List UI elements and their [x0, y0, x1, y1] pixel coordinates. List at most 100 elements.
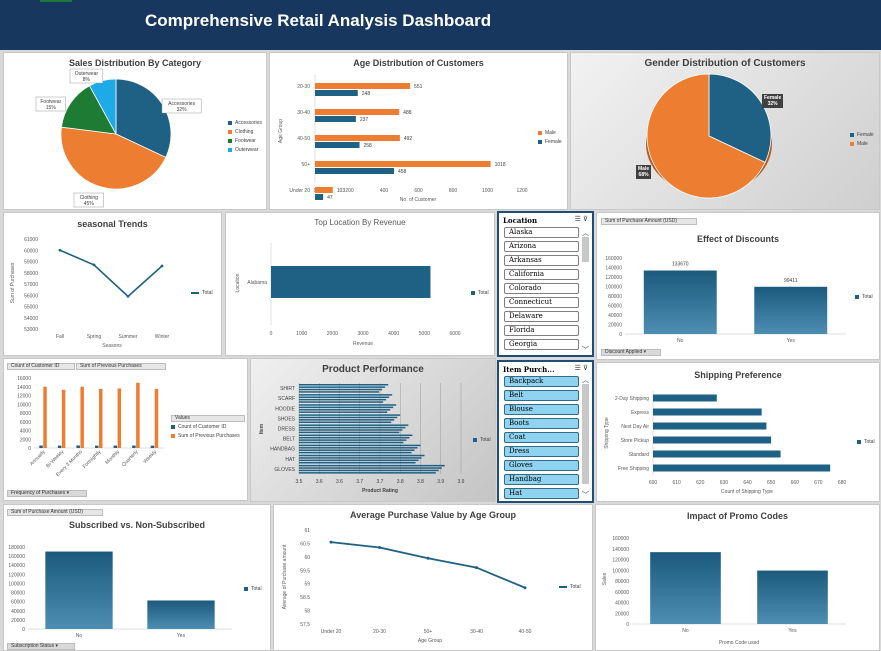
x-tick-label: Monthly — [104, 449, 121, 466]
slicer-item[interactable]: Handbag — [504, 474, 579, 485]
discount-filter-dropdown[interactable]: Discount Applied ▾ — [601, 349, 661, 356]
bar-dress — [299, 426, 406, 429]
x-tick-label: Yes — [787, 338, 796, 344]
bar-male — [315, 187, 333, 193]
slicer-item[interactable]: Hat — [504, 488, 579, 499]
sales-category-panel[interactable]: Sales Distribution By Category Accessori… — [3, 52, 267, 210]
bar-scarf — [299, 401, 384, 403]
subscribed-panel[interactable]: Sum of Purchase Amount (USD) Subscribed … — [3, 504, 271, 651]
bar-hat — [299, 459, 419, 462]
bar-hoodie — [299, 406, 394, 409]
y-tick-label: 40000 — [11, 609, 25, 615]
y-tick-label: 120000 — [612, 558, 629, 564]
x-axis-title: Promo Code used — [719, 640, 760, 646]
y-tick-label: 120000 — [605, 275, 622, 281]
scrollbar-thumb[interactable] — [582, 384, 589, 484]
slicer-header: Item Purch... — [503, 365, 555, 374]
x-tick-label: Fall — [56, 334, 64, 340]
slicer-item[interactable]: Dress — [504, 446, 579, 457]
slicer-item[interactable]: Alaska — [504, 227, 579, 238]
slicer-item[interactable]: Coat — [504, 432, 579, 443]
legend-sum: Sum of Previous Purchases — [171, 432, 240, 441]
location-panel[interactable]: Top Location By Revenue 0 1000 2000 3000 400… — [225, 212, 495, 356]
slicer-controls[interactable]: ☰ ⊽ — [575, 364, 588, 372]
x-tick-label: Under 20 — [321, 629, 342, 635]
x-tick-label: 600 — [649, 480, 658, 486]
x-tick-label: 660 — [791, 480, 800, 486]
discounts-panel[interactable]: Sum of Purchase Amount (USD) Effect of D… — [596, 212, 880, 360]
gender-panel[interactable]: Gender Distribution of Customers Female 3… — [570, 52, 880, 210]
bar-value-label: 248 — [362, 91, 371, 97]
slicer-item[interactable]: Gloves — [504, 460, 579, 471]
slicer-item[interactable]: Backpack — [504, 376, 579, 387]
bar-scarf — [299, 396, 390, 399]
scroll-down-icon[interactable]: ﹀ — [582, 345, 589, 355]
slicer-item[interactable]: Delaware — [504, 311, 579, 322]
bar-shirt — [299, 384, 389, 386]
frequency-panel[interactable]: Count of Customer ID Sum of Previous Pur… — [3, 358, 248, 501]
y-tick-label: GLOVES — [274, 467, 295, 473]
y-tick-label: SHIRT — [280, 386, 295, 392]
x-tick-label: Summer — [119, 334, 138, 340]
bar-count — [39, 445, 43, 448]
slicer-item[interactable]: Colorado — [504, 283, 579, 294]
data-point — [329, 540, 333, 544]
scroll-down-icon[interactable]: ﹀ — [582, 490, 589, 500]
slicer-item[interactable]: California — [504, 269, 579, 280]
scrollbar-thumb[interactable] — [582, 237, 589, 262]
clear-filter-icon[interactable]: ⊽ — [583, 365, 588, 372]
bar-hat — [299, 457, 422, 459]
x-tick-label: Weekly — [142, 449, 158, 465]
slicer-item[interactable]: Boots — [504, 418, 579, 429]
y-tick-label: 180000 — [8, 545, 25, 551]
slicer-controls[interactable]: ☰ ⊽ — [575, 215, 588, 223]
clear-filter-icon[interactable]: ⊽ — [583, 216, 588, 223]
location-slicer[interactable]: Location ☰ ⊽ Alaska Arizona Arkansas Califo… — [497, 211, 594, 357]
x-tick-label: 3.6 — [336, 479, 343, 485]
subscription-filter-dropdown[interactable]: Subscription Status ▾ — [7, 643, 75, 650]
x-tick-label: Annually — [29, 449, 47, 467]
slicer-item[interactable]: Belt — [504, 390, 579, 401]
slicer-item[interactable]: Arkansas — [504, 255, 579, 266]
frequency-filter-dropdown[interactable]: Frequency of Purchases ▾ — [7, 490, 87, 497]
item-slicer[interactable]: Item Purch... ☰ ⊽ Backpack Belt Blouse Boot… — [497, 360, 594, 503]
y-tick-label: Under 20 — [289, 188, 310, 194]
bar-alabama — [271, 266, 431, 298]
bar-handbag — [299, 447, 418, 449]
legend-male: Male — [850, 140, 874, 149]
data-label: 45% — [84, 201, 95, 207]
bar-gloves — [299, 464, 445, 467]
avg-purchase-panel[interactable]: Average Purchase Value by Age Group 61 60… — [273, 504, 593, 651]
legend-footwear: Footwear — [228, 137, 262, 146]
bar-shipping — [653, 408, 762, 416]
slicer-item[interactable]: Georgia — [504, 339, 579, 350]
x-tick-label: 1200 — [516, 188, 527, 194]
product-panel[interactable]: Product Performance 3.5 3.6 3.6 3.7 3.7 3.8 3.… — [250, 358, 496, 502]
discounts-legend: Total — [855, 293, 873, 302]
legend-male: Male — [538, 129, 562, 138]
subscribed-legend: Total — [244, 585, 262, 594]
age-distribution-panel[interactable]: Age Distribution of Customers 0200400600… — [269, 52, 568, 210]
slicer-item[interactable]: Florida — [504, 325, 579, 336]
slicer-item[interactable]: Connecticut — [504, 297, 579, 308]
bar-value-label: 492 — [404, 136, 413, 142]
x-axis-title: Revenue — [353, 341, 373, 347]
y-tick-label: 58.5 — [300, 595, 310, 601]
y-tick-label: 80000 — [615, 579, 629, 585]
seasonal-panel[interactable]: seasonal Trends 61000 60000 59000 58000 5700… — [3, 212, 222, 356]
slicer-item[interactable]: Arizona — [504, 241, 579, 252]
y-tick-label: 140000 — [605, 266, 622, 272]
x-axis-title: No. of Customer — [400, 197, 437, 203]
values-button[interactable]: Values — [171, 415, 245, 422]
bar-belt — [299, 441, 404, 444]
y-tick-label: 50+ — [302, 162, 311, 168]
multi-select-icon[interactable]: ☰ — [575, 216, 581, 223]
x-tick-label: 6000 — [449, 331, 460, 337]
multi-select-icon[interactable]: ☰ — [575, 365, 581, 372]
promo-panel[interactable]: Impact of Promo Codes 160000 140000 120000… — [595, 504, 880, 651]
y-tick-label: 61000 — [24, 237, 38, 243]
y-tick-label: 12000 — [17, 394, 31, 400]
shipping-panel[interactable]: Shipping Preference 600 610 620 630 640 650 66… — [596, 362, 880, 502]
bar-gloves — [299, 472, 436, 474]
slicer-item[interactable]: Blouse — [504, 404, 579, 415]
